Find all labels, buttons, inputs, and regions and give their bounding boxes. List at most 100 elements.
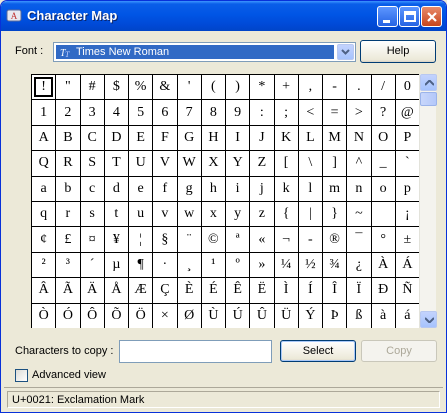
character-cell[interactable]: ¥ — [104, 227, 128, 252]
character-cell[interactable]: È — [177, 278, 201, 303]
character-cell[interactable]: À — [371, 252, 395, 278]
character-cell[interactable]: Â — [32, 278, 56, 303]
character-cell[interactable]: ß — [347, 303, 371, 328]
character-cell[interactable]: q — [32, 201, 56, 227]
character-cell[interactable]: e — [129, 176, 153, 201]
character-cell[interactable]: Í — [298, 278, 322, 303]
character-cell[interactable]: w — [177, 201, 201, 227]
character-cell[interactable]: ¿ — [347, 252, 371, 278]
character-cell[interactable]: ´ — [80, 252, 104, 278]
character-cell[interactable]: 9 — [226, 100, 250, 125]
character-cell[interactable]: Ñ — [395, 278, 419, 303]
character-cell[interactable]: Û — [250, 303, 274, 328]
character-cell[interactable]: ~ — [347, 201, 371, 227]
character-cell[interactable]: ¦ — [129, 227, 153, 252]
character-cell[interactable]: l — [298, 176, 322, 201]
close-button[interactable] — [421, 6, 442, 27]
character-cell[interactable]: ¼ — [274, 252, 298, 278]
character-cell[interactable]: ] — [323, 151, 347, 176]
characters-to-copy-input[interactable] — [119, 340, 272, 363]
character-cell[interactable]: à — [371, 303, 395, 328]
character-cell[interactable]: n — [347, 176, 371, 201]
character-cell[interactable]: © — [201, 227, 225, 252]
character-cell[interactable]: I — [226, 125, 250, 151]
character-cell[interactable]: Ì — [274, 278, 298, 303]
character-cell[interactable]: ¾ — [323, 252, 347, 278]
character-cell[interactable]: Ã — [56, 278, 80, 303]
character-cell[interactable]: } — [323, 201, 347, 227]
character-cell[interactable]: u — [129, 201, 153, 227]
character-cell[interactable]: Ä — [80, 278, 104, 303]
character-cell[interactable]: o — [371, 176, 395, 201]
scroll-thumb[interactable] — [420, 92, 437, 106]
character-cell[interactable]: G — [177, 125, 201, 151]
character-cell[interactable]: - — [298, 227, 322, 252]
character-cell[interactable]: ± — [395, 227, 419, 252]
character-cell[interactable]: D — [104, 125, 128, 151]
character-cell[interactable]: K — [274, 125, 298, 151]
character-cell[interactable]: $ — [104, 75, 128, 100]
character-cell[interactable]: J — [250, 125, 274, 151]
character-cell[interactable]: m — [323, 176, 347, 201]
character-cell[interactable]: Ï — [347, 278, 371, 303]
character-cell[interactable]: ¨ — [177, 227, 201, 252]
character-cell[interactable]: Ë — [250, 278, 274, 303]
character-cell[interactable]: ? — [371, 100, 395, 125]
character-cell[interactable]: # — [80, 75, 104, 100]
character-cell[interactable]: Ö — [129, 303, 153, 328]
character-cell[interactable]: X — [201, 151, 225, 176]
character-cell[interactable]: Ø — [177, 303, 201, 328]
character-cell[interactable]: á — [395, 303, 419, 328]
character-cell[interactable]: z — [250, 201, 274, 227]
character-cell[interactable]: Ç — [153, 278, 177, 303]
character-cell[interactable]: 7 — [177, 100, 201, 125]
character-cell[interactable]: W — [177, 151, 201, 176]
character-cell[interactable]: N — [347, 125, 371, 151]
character-cell[interactable]: Ü — [274, 303, 298, 328]
character-cell[interactable]: { — [274, 201, 298, 227]
character-cell[interactable]: i — [226, 176, 250, 201]
character-cell[interactable]: ° — [371, 227, 395, 252]
character-cell[interactable]: 1 — [32, 100, 56, 125]
character-cell[interactable]: ¶ — [129, 252, 153, 278]
character-cell[interactable]: O — [371, 125, 395, 151]
character-cell[interactable]: h — [201, 176, 225, 201]
character-cell[interactable]: ' — [177, 75, 201, 100]
character-cell[interactable]: « — [250, 227, 274, 252]
character-cell[interactable]: [ — [274, 151, 298, 176]
character-cell[interactable]: g — [177, 176, 201, 201]
character-cell[interactable]: A — [32, 125, 56, 151]
character-cell[interactable]: F — [153, 125, 177, 151]
character-cell[interactable]: Ð — [371, 278, 395, 303]
character-cell[interactable]: t — [104, 201, 128, 227]
character-cell[interactable]: ; — [274, 100, 298, 125]
character-cell[interactable]: + — [274, 75, 298, 100]
font-dropdown-button[interactable] — [337, 44, 354, 60]
character-cell[interactable]: § — [153, 227, 177, 252]
copy-button[interactable]: Copy — [361, 340, 437, 362]
character-cell[interactable]: Ê — [226, 278, 250, 303]
character-cell[interactable]: Ý — [298, 303, 322, 328]
character-cell[interactable]: d — [104, 176, 128, 201]
character-cell[interactable]: ¹ — [201, 252, 225, 278]
character-cell[interactable]: · — [153, 252, 177, 278]
character-cell[interactable]: ( — [201, 75, 225, 100]
character-cell[interactable]: ¸ — [177, 252, 201, 278]
character-cell[interactable]: f — [153, 176, 177, 201]
character-cell[interactable]: = — [323, 100, 347, 125]
character-cell[interactable]: & — [153, 75, 177, 100]
character-cell[interactable]: B — [56, 125, 80, 151]
character-cell[interactable]: " — [56, 75, 80, 100]
character-cell[interactable]: H — [201, 125, 225, 151]
character-cell[interactable]: P — [395, 125, 419, 151]
character-cell[interactable]: k — [274, 176, 298, 201]
character-cell[interactable]: | — [298, 201, 322, 227]
character-cell[interactable]: c — [80, 176, 104, 201]
character-cell[interactable]: Q — [32, 151, 56, 176]
character-cell[interactable]: Æ — [129, 278, 153, 303]
character-cell[interactable]: S — [80, 151, 104, 176]
character-cell[interactable]: > — [347, 100, 371, 125]
minimize-button[interactable] — [377, 6, 398, 27]
character-cell[interactable]: £ — [56, 227, 80, 252]
character-cell[interactable]: / — [371, 75, 395, 100]
